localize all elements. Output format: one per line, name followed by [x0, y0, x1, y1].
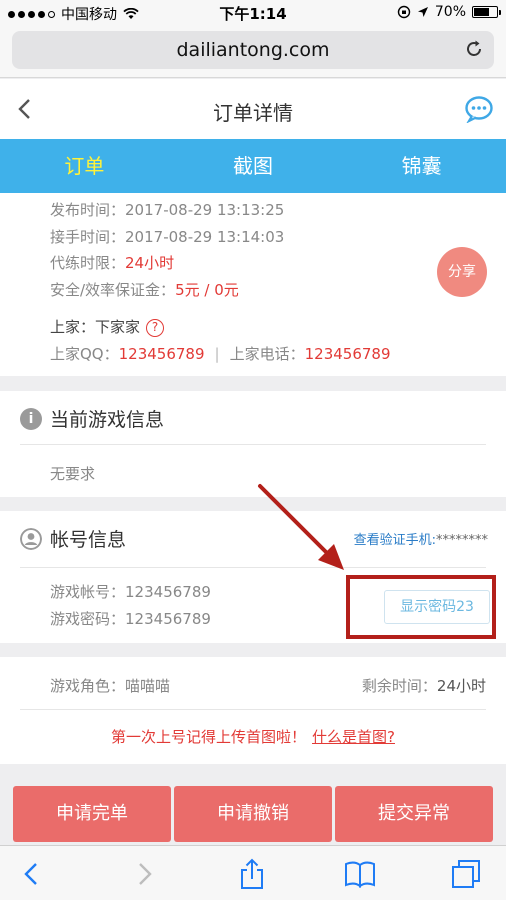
seller-qq-value[interactable]: 123456789: [119, 345, 205, 363]
divider: [20, 709, 486, 710]
info-icon: i: [20, 407, 42, 430]
page-title: 订单详情: [213, 101, 293, 125]
share-button[interactable]: 分享: [437, 247, 487, 297]
seller-row: 上家：下家家?: [50, 316, 165, 337]
tab-order[interactable]: 订单: [0, 139, 169, 193]
game-info-header: i 当前游戏信息: [20, 405, 164, 432]
page-header: 订单详情: [0, 79, 506, 139]
remaining-time-label: 剩余时间：: [361, 677, 437, 695]
game-info-content: 无要求: [50, 465, 96, 483]
orientation-lock-icon: [397, 5, 411, 19]
game-account-label: 游戏帐号：: [50, 583, 126, 601]
contact-separator: |: [214, 345, 220, 363]
seller-phone-label: 上家电话：: [229, 345, 305, 363]
seller-label: 上家：: [50, 318, 96, 336]
browser-toolbar: [0, 845, 506, 900]
remaining-time-value: 24小时: [436, 677, 486, 695]
verify-phone-mask: ********: [436, 533, 488, 548]
tab-tips[interactable]: 锦囊: [337, 139, 506, 193]
tab-bar: 订单 截图 锦囊: [0, 139, 506, 193]
game-password-label: 游戏密码：: [50, 610, 126, 628]
reload-icon[interactable]: [464, 39, 484, 59]
battery-icon: [472, 6, 501, 18]
publish-time-label: 发布时间：: [50, 201, 126, 219]
location-icon: [417, 7, 428, 17]
annotation-highlight-box: [346, 575, 496, 639]
user-icon: [20, 527, 42, 550]
apply-cancel-button[interactable]: 申请撤销: [174, 786, 332, 842]
game-password-value: 123456789: [125, 610, 211, 628]
divider: [20, 567, 486, 568]
browser-address-area: dailiantong.com: [0, 26, 506, 78]
divider: [20, 444, 486, 445]
game-account-value: 123456789: [125, 583, 211, 601]
time-limit-row: 代练时限：24小时: [50, 252, 174, 273]
deposit-label: 安全/效率保证金：: [50, 281, 176, 299]
browser-forward-icon[interactable]: [128, 858, 160, 890]
seller-phone-value[interactable]: 123456789: [305, 345, 391, 363]
bookmarks-icon[interactable]: [344, 858, 376, 890]
tabs-overview-icon[interactable]: [450, 858, 482, 890]
battery-percent: 70%: [434, 4, 466, 20]
seller-qq-label: 上家QQ：: [50, 345, 119, 363]
chat-bubble-icon[interactable]: [464, 95, 494, 123]
status-bar: 中国移动 下午1:14 70%: [0, 0, 506, 26]
deposit-value: 5元 / 0元: [175, 281, 239, 299]
game-role-row: 游戏角色：喵喵喵: [50, 675, 170, 696]
game-role-label: 游戏角色：: [50, 677, 126, 695]
apply-complete-button[interactable]: 申请完单: [13, 786, 171, 842]
accept-time-row: 接手时间：2017-08-29 13:14:03: [50, 226, 284, 247]
time-limit-value: 24小时: [125, 254, 175, 272]
notice-text: 第一次上号记得上传首图啦！: [111, 728, 307, 746]
role-card: 游戏角色：喵喵喵 剩余时间：24小时: [0, 657, 506, 764]
game-info-card: i 当前游戏信息 无要求: [0, 391, 506, 497]
account-info-title: 帐号信息: [50, 529, 127, 551]
deposit-row: 安全/效率保证金：5元 / 0元: [50, 279, 239, 300]
publish-time-value: 2017-08-29 13:13:25: [125, 201, 285, 219]
submit-exception-button[interactable]: 提交异常: [335, 786, 493, 842]
action-bar: 申请完单 申请撤销 提交异常: [13, 786, 493, 842]
time-limit-label: 代练时限：: [50, 254, 126, 272]
what-is-first-image-link[interactable]: 什么是首图?: [312, 728, 395, 746]
game-info-title: 当前游戏信息: [50, 409, 165, 431]
verify-phone-row: 查看验证手机:********: [354, 529, 488, 548]
verify-phone-link[interactable]: 查看验证手机:: [354, 533, 436, 548]
publish-time-row: 发布时间：2017-08-29 13:13:25: [50, 199, 284, 220]
accept-time-value: 2017-08-29 13:14:03: [125, 228, 285, 246]
share-sheet-icon[interactable]: [236, 858, 268, 890]
seller-value: 下家家: [95, 318, 141, 336]
game-role-value: 喵喵喵: [125, 677, 171, 695]
accept-time-label: 接手时间：: [50, 228, 126, 246]
account-info-header: 帐号信息: [20, 525, 126, 552]
order-info-card: 发布时间：2017-08-29 13:13:25 接手时间：2017-08-29…: [0, 193, 506, 376]
browser-back-icon[interactable]: [16, 858, 48, 890]
first-image-notice: 第一次上号记得上传首图啦！ 什么是首图?: [0, 726, 506, 747]
game-account-row: 游戏帐号：123456789: [50, 581, 211, 602]
tab-screenshots[interactable]: 截图: [169, 139, 338, 193]
remaining-time-row: 剩余时间：24小时: [362, 675, 486, 696]
help-icon[interactable]: ?: [146, 319, 165, 337]
address-bar[interactable]: dailiantong.com: [12, 31, 494, 69]
game-password-row: 游戏密码：123456789: [50, 608, 211, 629]
url-text: dailiantong.com: [176, 39, 330, 61]
seller-contact-row: 上家QQ：123456789 | 上家电话：123456789: [50, 343, 391, 364]
